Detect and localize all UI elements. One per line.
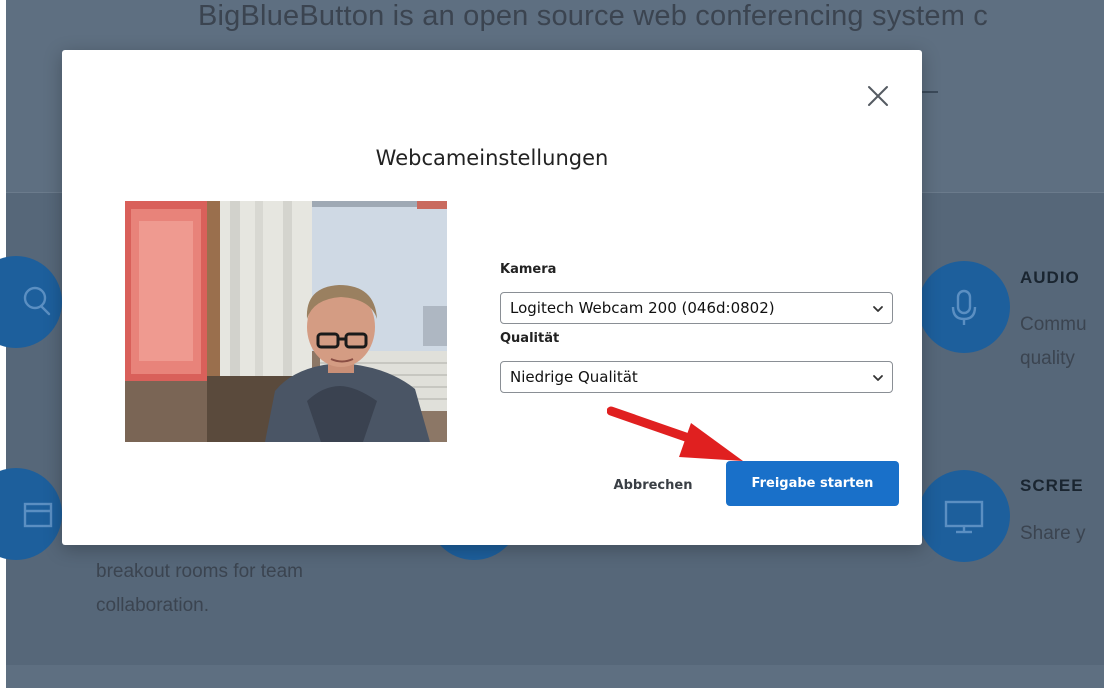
feature-screen-circle <box>918 470 1010 562</box>
intro-text: BigBlueButton is an open source web conf… <box>198 0 989 32</box>
feature-screen-title: SCREE <box>1020 476 1084 495</box>
feature-breakout-line2: collaboration. <box>96 595 210 616</box>
cancel-button[interactable]: Abbrechen <box>598 463 708 507</box>
feature-audio-circle <box>918 261 1010 353</box>
chevron-down-icon <box>873 375 883 381</box>
camera-select-value: Logitech Webcam 200 (046d:0802) <box>510 299 775 317</box>
breakout-icon <box>23 502 53 528</box>
camera-select[interactable]: Logitech Webcam 200 (046d:0802) <box>500 292 893 324</box>
close-button[interactable] <box>862 80 894 112</box>
quality-select-value: Niedrige Qualität <box>510 368 638 386</box>
feature-audio-title: AUDIO <box>1020 268 1080 287</box>
annotation-arrow <box>607 406 743 461</box>
chat-icon <box>23 286 51 316</box>
feature-screen-line1: Share y <box>1020 523 1086 544</box>
quality-select[interactable]: Niedrige Qualität <box>500 361 893 393</box>
modal-title: Webcameinstellungen <box>375 146 609 170</box>
chevron-down-icon <box>873 306 883 312</box>
webcam-settings-modal: Webcameinstellungen Kamera Logitech Webc… <box>62 50 922 545</box>
webcam-preview <box>125 201 447 442</box>
start-sharing-button[interactable]: Freigabe starten <box>726 461 899 506</box>
feature-audio-line2: quality <box>1020 348 1075 369</box>
feature-audio-line1: Commu <box>1020 314 1087 335</box>
monitor-icon <box>944 500 984 534</box>
webcam-preview-image <box>125 201 447 442</box>
microphone-icon <box>951 289 977 325</box>
close-icon <box>868 86 888 106</box>
camera-label: Kamera <box>500 262 557 277</box>
quality-label: Qualität <box>500 331 560 346</box>
footer-band <box>6 665 1104 688</box>
settings-form: Kamera Logitech Webcam 200 (046d:0802) Q… <box>500 262 894 393</box>
feature-breakout-line1: breakout rooms for team <box>96 561 303 582</box>
